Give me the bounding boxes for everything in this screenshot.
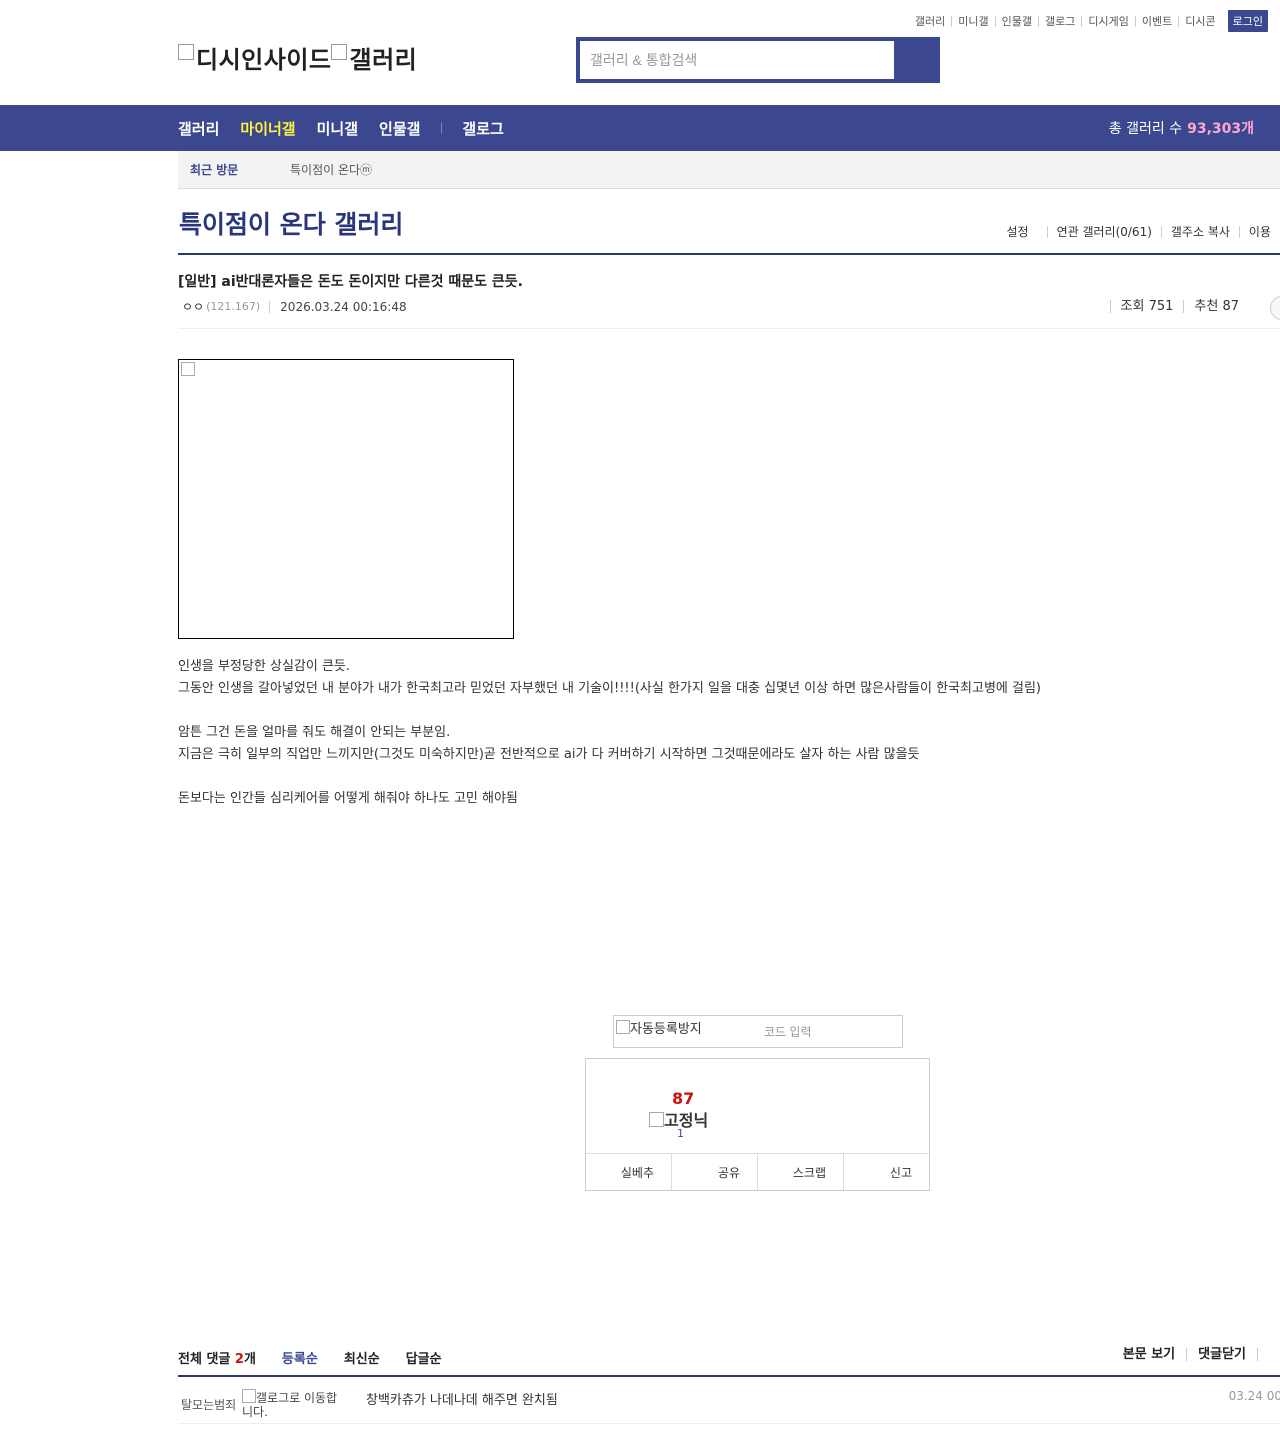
best-recommend-button[interactable]: 실베추 [586, 1154, 671, 1190]
post-line-blank [178, 700, 1078, 722]
comment-total: 전체 댓글 2개 [178, 1348, 256, 1367]
site-logo[interactable]: 디시인사이드 갤러리 [178, 40, 417, 75]
post-line: 지금은 극히 일부의 직업만 느끼지만(그것도 미숙하지만)곧 전반적으로 ai… [178, 747, 920, 762]
util-galog-link[interactable]: 갤로그 [1038, 15, 1081, 27]
search-icon [908, 52, 924, 68]
search-input-box [580, 41, 894, 79]
post-line: 돈보다는 인간들 심리케어를 어떻게 해줘야 하나도 고민 해야됨 [178, 791, 518, 806]
search-bar [576, 37, 940, 83]
logo-alt-dcinside: 디시인사이드 [196, 46, 332, 74]
post-author[interactable]: ㅇㅇ [182, 298, 204, 315]
sort-replies[interactable]: 답글순 [406, 1348, 442, 1367]
captcha-alt: 자동등록방지 [630, 1022, 702, 1037]
nav-minor-gallery[interactable]: 마이너갤 [240, 118, 295, 139]
login-button[interactable]: 로그인 [1227, 10, 1268, 32]
recent-visits-bar: 최근 방문 특이점이 온다ⓜ [178, 151, 1280, 189]
nav-divider [441, 122, 443, 134]
post-stats: 조회 751 추천 87 [1109, 300, 1249, 313]
comment-total-count: 2 [234, 1352, 244, 1367]
recommend-actions: 실베추 공유 스크랩 신고 [586, 1153, 929, 1190]
nav-gallery[interactable]: 갤러리 [178, 118, 219, 139]
util-person-link[interactable]: 인물갤 [994, 15, 1038, 27]
util-dccon-link[interactable]: 디시콘 [1178, 15, 1221, 27]
post-line: 암튼 그건 돈을 얼마를 줘도 해결이 안되는 부분임. [178, 725, 451, 740]
logo-alt-gallery: 갤러리 [349, 46, 418, 74]
nav-person-gallery[interactable]: 인물갤 [379, 118, 420, 139]
broken-image-icon [242, 1389, 256, 1403]
galog-link[interactable]: 갤로그로 이동합니다. [242, 1389, 342, 1419]
post-title: [일반] ai반대론자들은 돈도 돈이지만 다른것 때문도 큰듯. [178, 274, 523, 290]
top-util-menu: 갤러리 미니갤 인물갤 갤로그 디시게임 이벤트 디시콘 로그인 [909, 10, 1268, 32]
galog-alt: 갤로그로 이동합니다. [242, 1391, 338, 1419]
broken-image-icon [331, 43, 348, 60]
comment-text: 창백카츄가 나데나데 해주면 완치됨 [366, 1393, 558, 1408]
util-event-link[interactable]: 이벤트 [1134, 15, 1178, 27]
post-line-blank [178, 766, 1078, 788]
comment-header-links: 본문 보기 댓글닫기 [1112, 1348, 1280, 1361]
recommend-count: 87 [672, 1089, 695, 1108]
search-button[interactable] [896, 41, 936, 79]
sort-registered[interactable]: 등록순 [282, 1348, 318, 1367]
captcha-box: 자동등록방지 [613, 1015, 936, 1048]
util-minigal-link[interactable]: 미니갤 [951, 15, 994, 27]
broken-image-icon [181, 362, 195, 376]
comment-row: 탈모는범죄 갤로그로 이동합니다. 창백카츄가 나데나데 해주면 완치됨 03.… [178, 1377, 1280, 1424]
comment-total-unit: 개 [243, 1352, 256, 1367]
post-header-divider [178, 328, 1280, 329]
post-info: ㅇㅇ (121.167) 2026.03.24 00:16:48 [182, 298, 407, 315]
recent-label[interactable]: 최근 방문 [190, 161, 290, 178]
post-recommends: 추천 87 [1183, 300, 1249, 313]
view-post-link[interactable]: 본문 보기 [1112, 1348, 1186, 1361]
comment-total-label: 전체 댓글 [178, 1352, 231, 1367]
post-views: 조회 751 [1109, 300, 1184, 313]
share-button[interactable]: 공유 [671, 1154, 757, 1190]
close-comments-link[interactable]: 댓글닫기 [1186, 1348, 1257, 1361]
title-divider [178, 253, 1280, 255]
gallery-tools: 설정 연관 갤러리(0/61) 갤주소 복사 이용 [997, 226, 1280, 238]
search-input[interactable] [580, 41, 890, 79]
total-value: 93,303개 [1187, 121, 1254, 137]
post-datetime: 2026.03.24 00:16:48 [269, 300, 407, 313]
main-navigation: 갤러리 마이너갤 미니갤 인물갤 갤로그 총 갤러리 수 93,303개 [0, 105, 1280, 151]
util-gallery-link[interactable]: 갤러리 [909, 16, 951, 27]
related-gallery-link[interactable]: 연관 갤러리(0/61) [1046, 226, 1161, 238]
nav-mini-gallery[interactable]: 미니갤 [317, 118, 358, 139]
post-line: 그동안 인생을 갈아넣었던 내 분야가 내가 한국최고라 믿었던 자부했던 내 … [178, 681, 1041, 696]
util-game-link[interactable]: 디시게임 [1081, 15, 1134, 27]
gallery-total-count: 총 갤러리 수 93,303개 [1109, 105, 1254, 151]
broken-image-icon [649, 1112, 664, 1127]
fixed-nick-count: 1 [677, 1127, 684, 1140]
post-body: 인생을 부정당한 상실감이 큰듯. 그동안 인생을 갈아넣었던 내 분야가 내가… [178, 656, 1078, 810]
broken-image-icon [178, 43, 194, 60]
comment-header: 전체 댓글 2개 등록순 최신순 답글순 본문 보기 댓글닫기 [178, 1348, 1280, 1367]
scrap-button[interactable]: 스크랩 [757, 1154, 843, 1190]
captcha-image: 자동등록방지 [616, 1018, 702, 1037]
post-ip: (121.167) [206, 300, 261, 313]
post-image [178, 359, 514, 639]
copy-address-link[interactable]: 갤주소 복사 [1160, 226, 1239, 238]
usage-link[interactable]: 이용 [1238, 226, 1280, 238]
recent-gallery-link[interactable]: 특이점이 온다ⓜ [290, 161, 372, 178]
nav-galog[interactable]: 갤로그 [462, 118, 503, 139]
comment-header-spacer [1257, 1348, 1280, 1361]
comment-time: 03.24 00 [1228, 1389, 1280, 1403]
settings-link[interactable]: 설정 [997, 226, 1046, 238]
report-button[interactable]: 신고 [843, 1154, 929, 1190]
fixed-nick-alt: 고정닉 [664, 1111, 709, 1130]
gallery-title[interactable]: 특이점이 온다 갤러리 [179, 205, 403, 241]
broken-image-icon [616, 1020, 630, 1034]
recommend-box: 87 고정닉 1 실베추 공유 스크랩 신고 [585, 1058, 930, 1191]
total-label: 총 갤러리 수 [1108, 121, 1183, 137]
post-option-button[interactable] [1270, 296, 1280, 320]
sort-latest[interactable]: 최신순 [344, 1348, 380, 1367]
comment-nick[interactable]: 탈모는범죄 [181, 1396, 236, 1413]
captcha-code-input[interactable] [724, 1020, 936, 1044]
post-line: 인생을 부정당한 상실감이 큰듯. [178, 659, 351, 674]
